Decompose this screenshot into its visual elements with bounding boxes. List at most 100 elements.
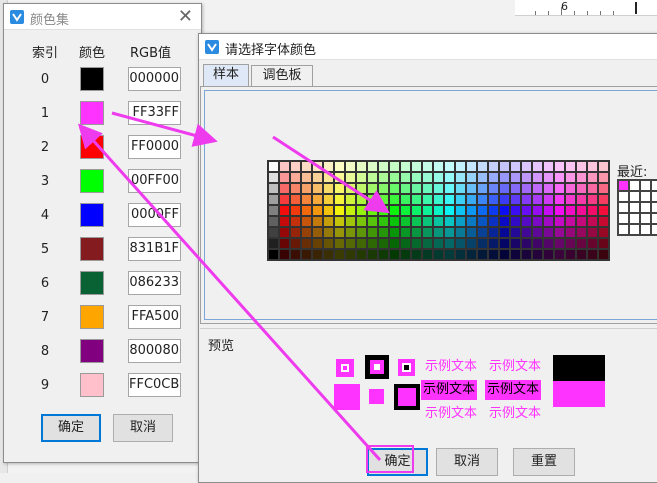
swatch-cell[interactable] [576, 172, 587, 183]
swatch-cell[interactable] [301, 194, 312, 205]
swatch-cell[interactable] [499, 183, 510, 194]
swatch-cell[interactable] [554, 238, 565, 249]
swatch-cell[interactable] [323, 172, 334, 183]
swatch-cell[interactable] [433, 194, 444, 205]
swatch-cell[interactable] [510, 183, 521, 194]
swatch-cell[interactable] [455, 205, 466, 216]
swatch-cell[interactable] [367, 227, 378, 238]
recent-swatch-cell[interactable] [651, 191, 657, 202]
swatch-cell[interactable] [598, 249, 609, 260]
row-color-swatch[interactable] [80, 135, 104, 159]
swatch-cell[interactable] [565, 194, 576, 205]
swatch-cell[interactable] [543, 249, 554, 260]
swatch-cell[interactable] [400, 172, 411, 183]
swatch-cell[interactable] [565, 216, 576, 227]
swatch-cell[interactable] [532, 194, 543, 205]
recent-swatch-cell[interactable] [629, 202, 640, 213]
swatch-cell[interactable] [389, 183, 400, 194]
color-set-cancel-button[interactable]: 取消 [113, 414, 173, 442]
swatch-cell[interactable] [367, 238, 378, 249]
swatch-cell[interactable] [345, 216, 356, 227]
swatch-cell[interactable] [345, 249, 356, 260]
tab-palette[interactable]: 调色板 [251, 65, 313, 87]
swatch-cell[interactable] [279, 227, 290, 238]
swatch-cell[interactable] [598, 238, 609, 249]
swatch-cell[interactable] [477, 227, 488, 238]
swatch-cell[interactable] [532, 183, 543, 194]
swatch-cell[interactable] [345, 205, 356, 216]
swatch-cell[interactable] [290, 205, 301, 216]
swatch-cell[interactable] [400, 249, 411, 260]
swatch-cell[interactable] [312, 161, 323, 172]
swatch-cell[interactable] [279, 161, 290, 172]
swatch-cell[interactable] [444, 238, 455, 249]
swatch-cell[interactable] [422, 161, 433, 172]
swatch-cell[interactable] [477, 161, 488, 172]
swatch-cell[interactable] [587, 249, 598, 260]
swatch-cell[interactable] [323, 194, 334, 205]
swatch-cell[interactable] [576, 238, 587, 249]
swatch-cell[interactable] [301, 249, 312, 260]
swatch-cell[interactable] [466, 227, 477, 238]
swatch-cell[interactable] [521, 161, 532, 172]
swatch-cell[interactable] [477, 194, 488, 205]
swatch-cell[interactable] [455, 249, 466, 260]
swatch-cell[interactable] [554, 216, 565, 227]
recent-swatch-cell[interactable] [651, 213, 657, 224]
swatch-cell[interactable] [268, 249, 279, 260]
swatch-cell[interactable] [576, 227, 587, 238]
swatch-cell[interactable] [367, 183, 378, 194]
swatch-cell[interactable] [290, 216, 301, 227]
swatch-cell[interactable] [290, 161, 301, 172]
swatch-cell[interactable] [367, 172, 378, 183]
swatch-cell[interactable] [433, 183, 444, 194]
row-rgb-input[interactable]: 00FF00 [128, 169, 181, 193]
swatch-cell[interactable] [455, 227, 466, 238]
swatch-cell[interactable] [422, 172, 433, 183]
swatch-cell[interactable] [323, 249, 334, 260]
swatch-cell[interactable] [279, 194, 290, 205]
row-rgb-input[interactable]: 0000FF [128, 203, 181, 227]
swatch-cell[interactable] [587, 216, 598, 227]
swatch-cell[interactable] [290, 249, 301, 260]
swatch-cell[interactable] [565, 205, 576, 216]
swatch-cell[interactable] [499, 161, 510, 172]
swatch-cell[interactable] [554, 249, 565, 260]
recent-swatch-cell[interactable] [629, 180, 640, 191]
recent-swatch-cell[interactable] [640, 224, 651, 235]
recent-swatch-cell[interactable] [618, 202, 629, 213]
swatch-cell[interactable] [411, 216, 422, 227]
swatch-cell[interactable] [334, 183, 345, 194]
swatch-cell[interactable] [334, 205, 345, 216]
swatch-cell[interactable] [554, 183, 565, 194]
swatch-cell[interactable] [521, 205, 532, 216]
swatch-cell[interactable] [268, 194, 279, 205]
swatch-cell[interactable] [488, 249, 499, 260]
swatch-cell[interactable] [389, 216, 400, 227]
swatch-cell[interactable] [521, 249, 532, 260]
swatch-cell[interactable] [323, 227, 334, 238]
swatch-cell[interactable] [576, 161, 587, 172]
font-color-ok-button[interactable]: 确定 [367, 448, 428, 476]
recent-swatch-cell[interactable] [618, 180, 629, 191]
swatch-cell[interactable] [488, 172, 499, 183]
swatch-cell[interactable] [565, 172, 576, 183]
recent-swatch-cell[interactable] [618, 213, 629, 224]
row-color-swatch[interactable] [80, 203, 104, 227]
swatch-cell[interactable] [543, 216, 554, 227]
recent-swatch-cell[interactable] [640, 202, 651, 213]
swatch-cell[interactable] [543, 161, 554, 172]
swatch-cell[interactable] [301, 172, 312, 183]
swatch-cell[interactable] [312, 249, 323, 260]
swatch-cell[interactable] [389, 227, 400, 238]
row-color-swatch[interactable] [80, 271, 104, 295]
swatch-cell[interactable] [587, 183, 598, 194]
swatch-cell[interactable] [488, 194, 499, 205]
swatch-cell[interactable] [510, 172, 521, 183]
swatch-cell[interactable] [356, 183, 367, 194]
swatch-cell[interactable] [400, 161, 411, 172]
swatch-cell[interactable] [488, 216, 499, 227]
row-color-swatch[interactable] [80, 305, 104, 329]
swatch-cell[interactable] [565, 183, 576, 194]
recent-swatch-cell[interactable] [629, 191, 640, 202]
